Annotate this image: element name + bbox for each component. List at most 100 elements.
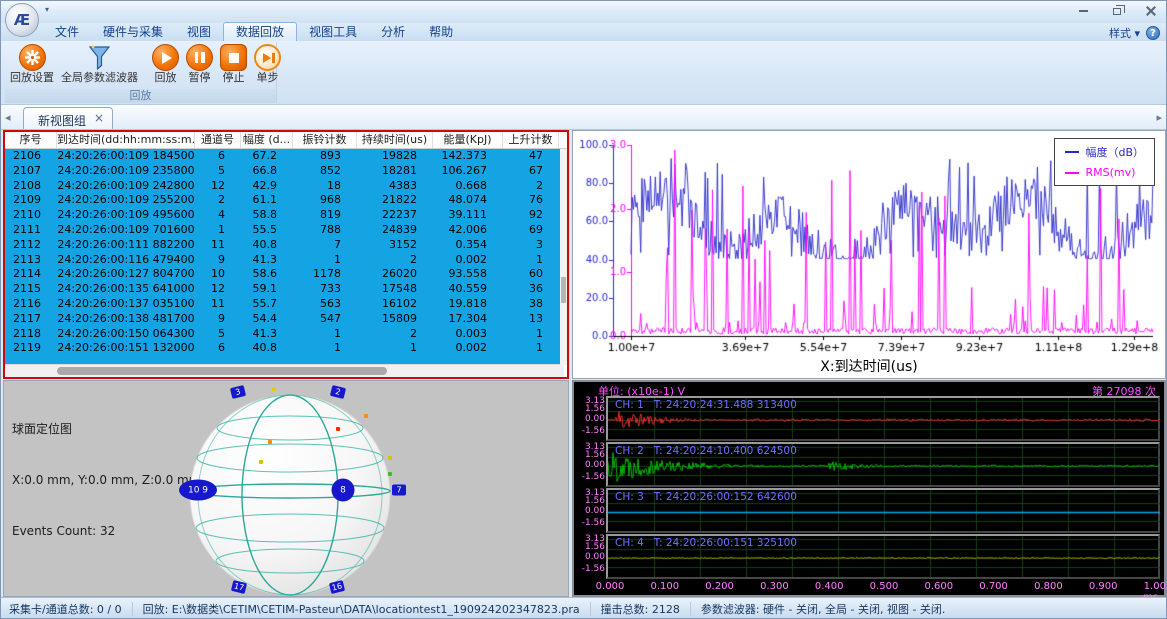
table-horizontal-scrollbar[interactable] (5, 364, 564, 377)
cell-2: 12 (195, 179, 241, 194)
menu-tab-2[interactable]: 视图 (175, 23, 223, 41)
cell-7: 38 (503, 297, 559, 312)
cell-2: 12 (195, 282, 241, 297)
table-row[interactable]: 211224:20:26:00:111 8822001140.8731520.3… (5, 238, 567, 253)
cell-6: 42.006 (433, 223, 503, 238)
menu-tab-0[interactable]: 文件 (43, 23, 91, 41)
cell-7: 92 (503, 208, 559, 223)
menu-tab-4[interactable]: 视图工具 (297, 23, 369, 41)
cell-5: 2 (357, 253, 433, 268)
cell-4: 968 (293, 193, 357, 208)
status-item-3: 参数滤波器: 硬件 - 关闭, 全局 - 关闭, 视图 - 关闭. (701, 601, 946, 617)
cell-7: 76 (503, 193, 559, 208)
sensor-marker-8: 8 (332, 479, 355, 502)
cell-3: 55.7 (241, 297, 293, 312)
sphere-location-panel: 球面定位图 X:0.0 mm, Y:0.0 mm, Z:0.0 mm Event… (3, 380, 569, 597)
cell-7: 67 (503, 164, 559, 179)
column-header-1[interactable]: 到达时间(dd:hh:mm:ss:m... (57, 132, 195, 148)
column-header-6[interactable]: 能量(KpJ) (433, 132, 503, 148)
ribbon-button-step[interactable]: 单步 (251, 43, 284, 85)
status-item-0: 采集卡/通道总数: 0 / 0 (9, 601, 122, 617)
waveform-strip-ch2: 3.131.560.00-1.56CH: 2 T: 24:20:24:10.40… (606, 442, 1160, 487)
app-logo: Æ (14, 11, 30, 29)
help-button[interactable]: ? (1146, 26, 1160, 40)
event-dot-1 (364, 414, 368, 418)
waveform-x-tick: 0.700 (979, 581, 1008, 592)
cell-3: 54.4 (241, 312, 293, 327)
ribbon-button-label: 回放 (155, 72, 177, 84)
ribbon-button-play[interactable]: 回放 (149, 43, 182, 85)
table-row[interactable]: 211724:20:26:00:138 481700954.4547158091… (5, 312, 567, 327)
column-header-4[interactable]: 振铃计数 (293, 132, 357, 148)
table-row[interactable]: 211424:20:26:00:127 8047001058.611782602… (5, 267, 567, 282)
table-row[interactable]: 211924:20:26:00:151 132000640.8110.0021 (5, 341, 567, 356)
hscroll-thumb[interactable] (57, 367, 387, 375)
cell-5: 17548 (357, 282, 433, 297)
view-tab-label: 新视图组 (38, 112, 86, 129)
y-tick-label: 1.56 (577, 405, 605, 414)
table-row[interactable]: 211524:20:26:00:135 6410001259.173317548… (5, 282, 567, 297)
restore-button[interactable] (1108, 4, 1126, 18)
column-header-3[interactable]: 幅度 (d... (241, 132, 293, 148)
table-row[interactable]: 211824:20:26:00:150 064300541.3120.0031 (5, 327, 567, 342)
legend-swatch (1065, 172, 1079, 174)
menu-tab-5[interactable]: 分析 (369, 23, 417, 41)
cell-2: 4 (195, 208, 241, 223)
table-row[interactable]: 211624:20:26:00:137 0351001155.756316102… (5, 297, 567, 312)
table-row[interactable]: 211324:20:26:00:116 479400941.3120.0021 (5, 253, 567, 268)
table-row[interactable]: 211024:20:26:00:109 495600458.8819222373… (5, 208, 567, 223)
ribbon-button-global-param-filter[interactable]: 全局参数滤波器 (58, 43, 141, 85)
menu-tab-1[interactable]: 硬件与采集 (91, 23, 175, 41)
cell-1: 24:20:26:00:109 184500 (57, 149, 195, 164)
close-icon (1146, 6, 1156, 16)
y-tick-label: 1.56 (577, 497, 605, 506)
vscroll-thumb[interactable] (561, 277, 566, 303)
ribbon-button-playback-settings[interactable]: 回放设置 (7, 43, 57, 85)
tab-scroll-right-icon[interactable]: ▸ (1156, 111, 1162, 124)
style-dropdown[interactable]: 样式 ▾ (1109, 25, 1140, 41)
menu-tab-6[interactable]: 帮助 (417, 23, 465, 41)
cell-5: 18281 (357, 164, 433, 179)
cell-1: 24:20:26:00:111 882200 (57, 238, 195, 253)
ribbon-button-pause[interactable]: 暂停 (183, 43, 216, 85)
column-header-5[interactable]: 持续时间(us) (357, 132, 433, 148)
table-row[interactable]: 210924:20:26:00:109 255200261.1968218224… (5, 193, 567, 208)
event-dot-3 (268, 440, 272, 444)
table-row[interactable]: 211124:20:26:00:109 701600155.5788248394… (5, 223, 567, 238)
menu-right: 样式 ▾ ? (1109, 25, 1160, 41)
quick-access-dropdown-icon[interactable]: ▾ (45, 5, 49, 14)
stop-icon (220, 44, 247, 71)
table-header: 序号到达时间(dd:hh:mm:ss:m...通道号幅度 (d...振铃计数持续… (5, 132, 567, 149)
cell-2: 2 (195, 193, 241, 208)
column-header-0[interactable]: 序号 (5, 132, 57, 148)
cell-1: 24:20:26:00:109 255200 (57, 193, 195, 208)
cell-1: 24:20:26:00:109 242800 (57, 179, 195, 194)
ribbon-group-playback: 回放设置全局参数滤波器回放暂停停止单步 回放 (5, 42, 277, 103)
column-header-7[interactable]: 上升计数 (503, 132, 559, 148)
table-vertical-scrollbar[interactable] (560, 149, 567, 365)
filter-funnel-icon (86, 44, 113, 71)
minimize-button[interactable] (1074, 4, 1092, 18)
table-row[interactable]: 210624:20:26:00:109 184500667.2893198281… (5, 149, 567, 164)
view-tab-close-icon[interactable]: × (94, 112, 104, 129)
y-tick-label: -1.56 (577, 565, 605, 574)
cell-4: 852 (293, 164, 357, 179)
view-tab-active[interactable]: 新视图组 × (23, 107, 113, 129)
app-button[interactable]: Æ (5, 3, 39, 37)
cell-3: 55.5 (241, 223, 293, 238)
cell-4: 788 (293, 223, 357, 238)
cell-5: 3152 (357, 238, 433, 253)
table-row[interactable]: 210824:20:26:00:109 2428001242.91843830.… (5, 179, 567, 194)
close-button[interactable] (1142, 4, 1160, 18)
cell-3: 58.8 (241, 208, 293, 223)
column-header-2[interactable]: 通道号 (195, 132, 241, 148)
legend-label: 幅度（dB） (1085, 144, 1144, 160)
menu-tab-3[interactable]: 数据回放 (223, 22, 297, 41)
sensor-marker-7: 7 (392, 485, 406, 496)
sphere-info-block: 球面定位图 X:0.0 mm, Y:0.0 mm, Z:0.0 mm Event… (12, 387, 200, 574)
waveform-x-tick: 0.400 (815, 581, 844, 592)
tab-scroll-left-icon[interactable]: ◂ (5, 111, 11, 124)
chart-x-axis-title: X:到达时间(us) (573, 356, 1165, 376)
ribbon-button-stop[interactable]: 停止 (217, 43, 250, 85)
table-row[interactable]: 210724:20:26:00:109 235800566.8852182811… (5, 164, 567, 179)
